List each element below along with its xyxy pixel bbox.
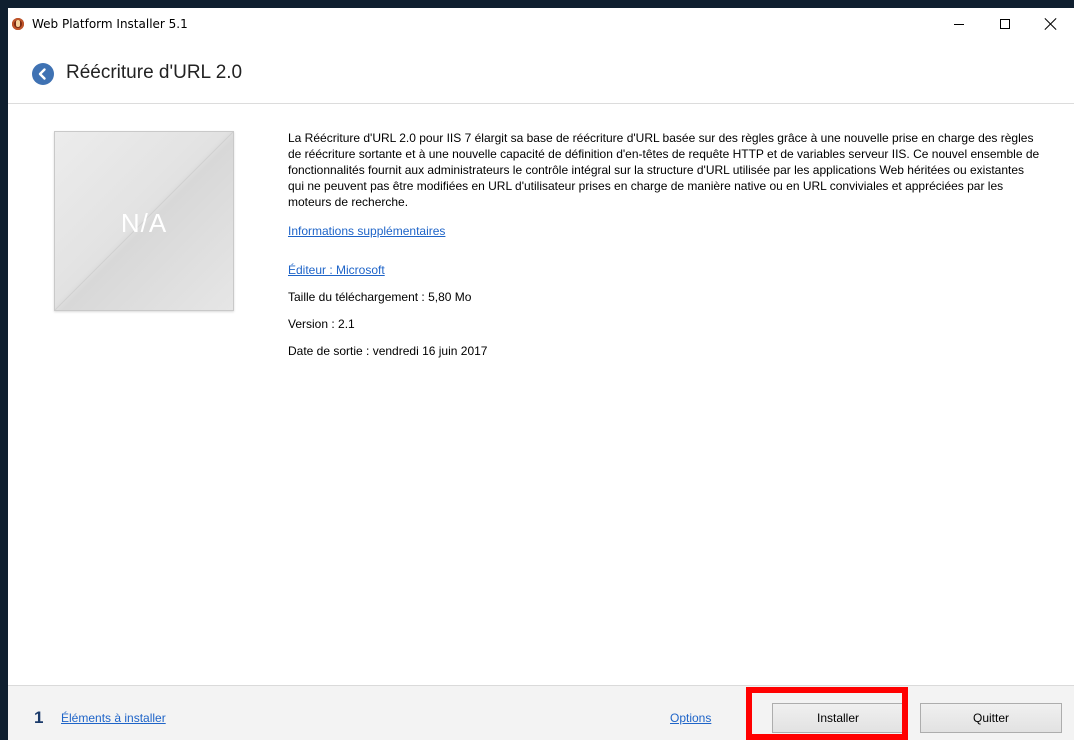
maximize-button[interactable] [982,8,1028,40]
close-icon [1045,18,1057,30]
page-title: Réécriture d'URL 2.0 [66,62,243,83]
download-size: Taille du téléchargement : 5,80 Mo [288,290,472,304]
title-bar: Web Platform Installer 5.1 [8,8,1074,40]
product-description: La Réécriture d'URL 2.0 pour IIS 7 élarg… [288,131,1040,209]
web-platform-installer-icon [12,18,24,30]
close-button[interactable] [1028,8,1074,40]
back-button[interactable] [32,63,54,85]
page-header: Réécriture d'URL 2.0 [8,40,1074,104]
product-thumbnail: N/A [54,131,234,311]
product-details: La Réécriture d'URL 2.0 pour IIS 7 élarg… [288,130,1048,370]
window-title: Web Platform Installer 5.1 [32,17,188,31]
back-arrow-icon [38,68,46,80]
options-link[interactable]: Options [670,711,711,725]
minimize-button[interactable] [936,8,982,40]
minimize-icon [954,23,964,25]
install-button[interactable]: Installer [772,703,904,733]
product-metadata: Éditeur : Microsoft Taille du télécharge… [288,262,1048,359]
installer-window: Web Platform Installer 5.1 Réécriture d'… [8,8,1074,740]
maximize-icon [1000,19,1010,29]
footer-bar: 1 Éléments à installer Options Installer… [8,685,1074,740]
more-info-link[interactable]: Informations supplémentaires [288,224,445,238]
release-date: Date de sortie : vendredi 16 juin 2017 [288,344,488,358]
quit-button[interactable]: Quitter [920,703,1062,733]
items-to-install-link[interactable]: Éléments à installer [61,711,166,725]
thumbnail-label: N/A [120,208,168,238]
version-label: Version : 2.1 [288,317,355,331]
items-count: 1 [34,708,44,727]
publisher-link[interactable]: Éditeur : Microsoft [288,263,385,277]
